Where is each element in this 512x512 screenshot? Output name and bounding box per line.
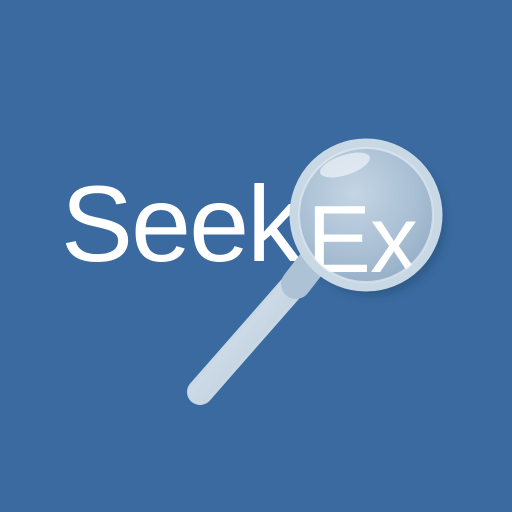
- magnifying-glass-icon: Ex: [187, 138, 446, 405]
- app-icon: Seek Ex: [0, 0, 512, 512]
- magnifier-handle: [187, 247, 328, 405]
